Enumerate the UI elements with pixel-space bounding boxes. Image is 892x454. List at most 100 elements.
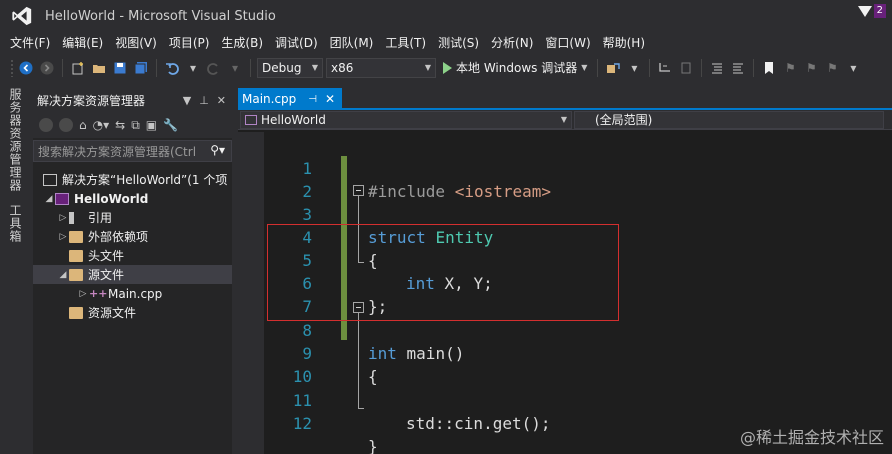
code-line: 2 (238, 157, 892, 201)
open-file-icon[interactable] (90, 59, 108, 77)
toolbar-separator (62, 58, 63, 77)
attach-process-icon[interactable] (604, 59, 622, 77)
step-into-icon[interactable] (656, 59, 674, 77)
panel-title: 解决方案资源管理器 (37, 93, 146, 108)
tree-item-main-cpp[interactable]: ▷ ++ Main.cpp (33, 284, 232, 303)
tree-item-external-dependencies[interactable]: ▷ 外部依赖项 (33, 227, 232, 246)
menu-project[interactable]: 项目(P) (163, 34, 216, 51)
tree-item-resource-files[interactable]: 资源文件 (33, 303, 232, 322)
prev-bookmark-icon[interactable]: ⚑ (781, 59, 799, 77)
menu-window[interactable]: 窗口(W) (539, 34, 596, 51)
collapsed-arrow-icon[interactable]: ▷ (57, 213, 69, 223)
tab-main-cpp[interactable]: Main.cpp ⊣ ✕ (238, 88, 342, 110)
chevron-down-icon[interactable]: ▼ (581, 63, 587, 72)
tree-item-project[interactable]: ◢ HelloWorld (33, 189, 232, 208)
menu-file[interactable]: 文件(F) (4, 34, 56, 51)
folder-icon (69, 249, 83, 262)
cpp-project-icon (55, 192, 69, 205)
step-over-icon[interactable] (677, 59, 695, 77)
tab-server-explorer[interactable]: 服务器资源管理器 (7, 88, 24, 192)
search-icon[interactable]: ⚲▾ (210, 143, 225, 157)
collapsed-arrow-icon[interactable]: ▷ (57, 232, 69, 242)
toolbar-grip[interactable] (10, 58, 14, 77)
code-line: 6 }; (238, 249, 892, 316)
tree-item-label: Main.cpp (108, 286, 163, 301)
sync-icon[interactable]: ⇆ (115, 118, 125, 132)
tree-item-header-files[interactable]: 头文件 (33, 246, 232, 265)
tree-item-references[interactable]: ▷ 引用 (33, 208, 232, 227)
clear-bookmarks-icon[interactable]: ⚑ (823, 59, 841, 77)
tree-item-solution[interactable]: 解决方案“HelloWorld”(1 个项 (33, 170, 232, 189)
forward-icon[interactable] (38, 59, 56, 77)
solution-explorer-title-bar: 解决方案资源管理器 ▼ ⊥ ✕ (33, 88, 232, 112)
document-tab-strip: Main.cpp ⊣ ✕ (238, 88, 892, 110)
cpp-project-icon (245, 114, 257, 125)
undo-icon[interactable] (163, 59, 181, 77)
menu-help[interactable]: 帮助(H) (597, 34, 651, 51)
tree-item-label: 资源文件 (88, 306, 137, 320)
start-debugging-button[interactable]: 本地 Windows 调试器 ▼ (439, 59, 591, 76)
menu-edit[interactable]: 编辑(E) (56, 34, 109, 51)
close-icon[interactable]: ✕ (325, 92, 335, 106)
back-icon[interactable] (17, 59, 35, 77)
dropdown-arrow-icon[interactable]: ▾ (625, 59, 643, 77)
dropdown-arrow-icon[interactable]: ▾ (844, 59, 862, 77)
menu-build[interactable]: 生成(B) (215, 34, 269, 51)
comment-icon[interactable] (708, 59, 726, 77)
home-icon[interactable]: ⌂ (79, 118, 87, 132)
menu-team[interactable]: 团队(M) (324, 34, 380, 51)
tab-label: Main.cpp (242, 92, 297, 106)
save-all-icon[interactable] (132, 59, 150, 77)
dropdown-arrow-icon[interactable]: ▾ (226, 59, 244, 77)
code-text: } (368, 437, 378, 454)
back-icon[interactable] (39, 118, 53, 132)
panel-menu-icon[interactable]: ▼ (183, 94, 191, 107)
menu-test[interactable]: 测试(S) (432, 34, 485, 51)
pin-icon[interactable]: ⊣ (308, 94, 317, 105)
folder-icon (69, 306, 83, 319)
code-line: 7 (238, 272, 892, 316)
chevron-down-icon: ▼ (311, 63, 318, 72)
cpp-file-icon: ++ (89, 286, 108, 300)
tree-item-source-files[interactable]: ◢ 源文件 (33, 265, 232, 284)
dropdown-arrow-icon[interactable]: ▾ (184, 59, 202, 77)
solution-icon (43, 173, 57, 186)
solution-platform-select[interactable]: x86 ▼ (326, 57, 436, 78)
menu-view[interactable]: 视图(V) (109, 34, 163, 51)
line-number: 12 (292, 414, 312, 433)
forward-icon[interactable] (59, 118, 73, 132)
play-icon (443, 61, 452, 74)
redo-icon[interactable] (205, 59, 223, 77)
tab-toolbox[interactable]: 工具箱 (7, 204, 24, 243)
menu-analyze[interactable]: 分析(N) (485, 34, 539, 51)
title-bar: HelloWorld - Microsoft Visual Studio 2 (0, 0, 892, 32)
code-area[interactable]: 1 #include <iostream> 2 3 struct Entity … (238, 132, 892, 454)
expanded-arrow-icon[interactable]: ◢ (43, 194, 55, 204)
pin-icon[interactable]: ⊥ (199, 94, 209, 107)
global-scope-select[interactable]: (全局范围) (574, 110, 884, 129)
menu-debug[interactable]: 调试(D) (269, 34, 324, 51)
close-icon[interactable]: ✕ (217, 94, 226, 107)
collapsed-arrow-icon[interactable]: ▷ (77, 289, 89, 299)
next-bookmark-icon[interactable]: ⚑ (802, 59, 820, 77)
bookmark-icon[interactable] (760, 59, 778, 77)
code-line: 8 int main() (238, 296, 892, 363)
project-scope-select[interactable]: HelloWorld ▼ (240, 110, 572, 129)
toolbar-separator (701, 58, 703, 77)
solution-search-input[interactable]: 搜索解决方案资源管理器(Ctrl ⚲▾ (33, 140, 232, 162)
flag-icon[interactable] (857, 5, 872, 17)
code-line: 12 } (238, 389, 892, 454)
menu-tools[interactable]: 工具(T) (379, 34, 432, 51)
history-icon[interactable]: ◔▾ (93, 118, 110, 132)
properties-icon[interactable]: 🔧 (163, 118, 178, 132)
new-project-icon[interactable] (69, 59, 87, 77)
solution-configuration-select[interactable]: Debug ▼ (257, 57, 323, 78)
visual-studio-logo-icon (12, 6, 32, 26)
expanded-arrow-icon[interactable]: ◢ (57, 270, 69, 280)
code-line: 10 (238, 342, 892, 386)
save-icon[interactable] (111, 59, 129, 77)
notifications[interactable]: 2 (857, 4, 886, 18)
uncomment-icon[interactable] (729, 59, 747, 77)
show-all-files-icon[interactable]: ▣ (146, 118, 157, 132)
collapse-all-icon[interactable]: ⧉ (131, 118, 140, 133)
